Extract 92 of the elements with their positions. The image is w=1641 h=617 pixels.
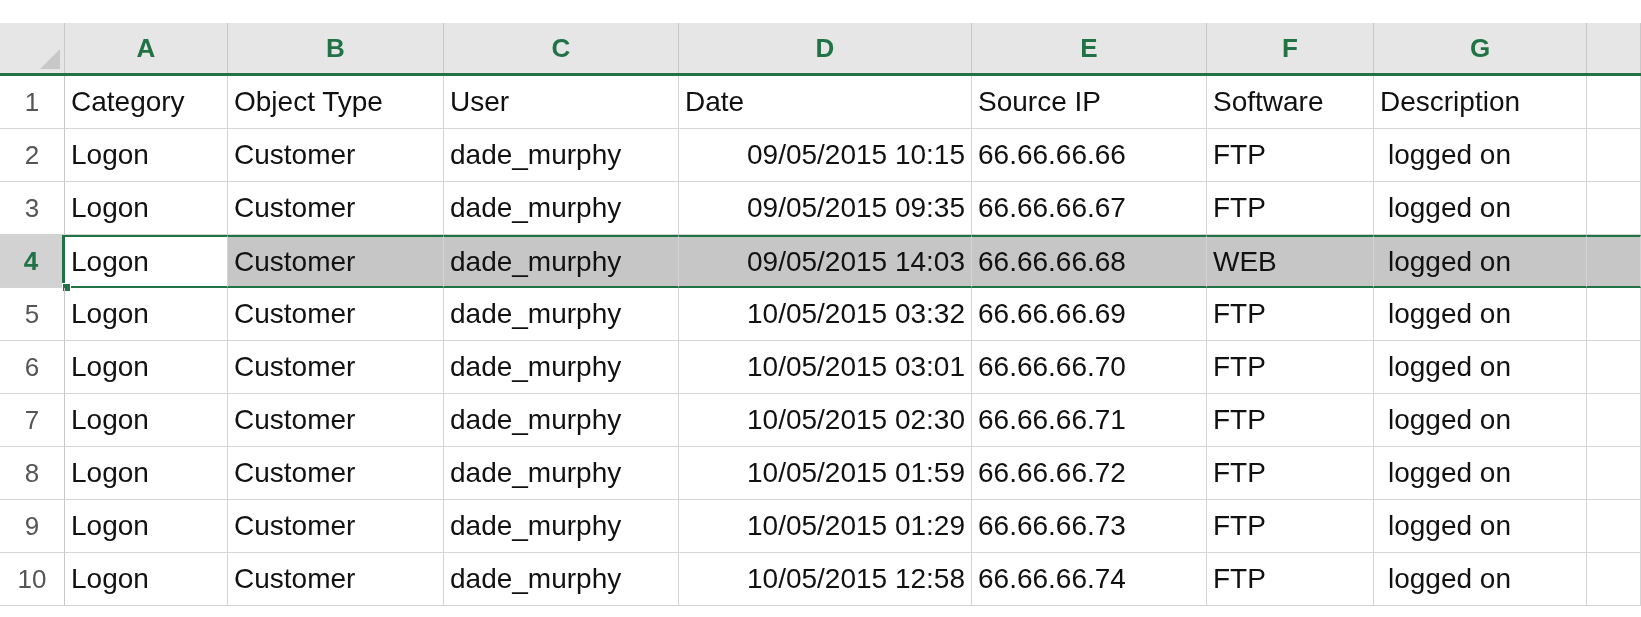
- table-cell: 09/05/2015 14:03: [679, 235, 972, 288]
- table-cell: [1587, 553, 1641, 606]
- table-cell: [1587, 394, 1641, 447]
- table-cell: [1587, 341, 1641, 394]
- fill-handle[interactable]: [62, 283, 71, 292]
- table-cell: 66.66.66.68: [972, 235, 1207, 288]
- table-cell: 09/05/2015 10:15: [679, 129, 972, 182]
- column-header[interactable]: D: [679, 23, 972, 73]
- table-cell: FTP: [1207, 394, 1374, 447]
- table-cell: Logon: [65, 129, 228, 182]
- table-cell: dade_murphy: [444, 341, 679, 394]
- table-cell: Logon: [65, 447, 228, 500]
- table-cell: Logon: [65, 288, 228, 341]
- table-cell: logged on: [1374, 235, 1587, 288]
- table-cell: dade_murphy: [444, 447, 679, 500]
- table-cell: Customer: [228, 553, 444, 606]
- table-cell: Customer: [228, 394, 444, 447]
- table-cell: FTP: [1207, 447, 1374, 500]
- table-cell: dade_murphy: [444, 553, 679, 606]
- table-cell: Customer: [228, 341, 444, 394]
- table-cell: [1587, 76, 1641, 129]
- column-header[interactable]: B: [228, 23, 444, 73]
- table-cell: Object Type: [228, 76, 444, 129]
- table-cell: 10/05/2015 02:30: [679, 394, 972, 447]
- column-header[interactable]: E: [972, 23, 1207, 73]
- table-cell: dade_murphy: [444, 394, 679, 447]
- table-cell: logged on: [1374, 447, 1587, 500]
- table-cell: 10/05/2015 01:59: [679, 447, 972, 500]
- table-cell: 66.66.66.66: [972, 129, 1207, 182]
- table-cell: [1587, 288, 1641, 341]
- table-cell: dade_murphy: [444, 235, 679, 288]
- row-header[interactable]: 6: [0, 341, 65, 394]
- table-cell: Customer: [228, 288, 444, 341]
- row-header[interactable]: 2: [0, 129, 65, 182]
- table-cell: Logon: [65, 394, 228, 447]
- table-cell: logged on: [1374, 500, 1587, 553]
- table-cell: Customer: [228, 235, 444, 288]
- table-cell: logged on: [1374, 129, 1587, 182]
- table-cell: 10/05/2015 12:58: [679, 553, 972, 606]
- table-cell: 66.66.66.72: [972, 447, 1207, 500]
- table-cell: FTP: [1207, 553, 1374, 606]
- table-cell: Logon: [65, 500, 228, 553]
- triangle-icon: [40, 49, 60, 69]
- row-header[interactable]: 1: [0, 76, 65, 129]
- table-cell: 10/05/2015 03:32: [679, 288, 972, 341]
- table-cell: dade_murphy: [444, 288, 679, 341]
- table-cell: FTP: [1207, 129, 1374, 182]
- table-cell: dade_murphy: [444, 129, 679, 182]
- table-cell: FTP: [1207, 288, 1374, 341]
- column-header[interactable]: A: [65, 23, 228, 73]
- table-cell: Source IP: [972, 76, 1207, 129]
- table-cell: Date: [679, 76, 972, 129]
- table-cell: logged on: [1374, 341, 1587, 394]
- table-cell: [1587, 500, 1641, 553]
- table-cell: Description: [1374, 76, 1587, 129]
- row-header[interactable]: 5: [0, 288, 65, 341]
- table-cell: WEB: [1207, 235, 1374, 288]
- table-cell: 66.66.66.73: [972, 500, 1207, 553]
- row-header[interactable]: 8: [0, 447, 65, 500]
- table-cell: logged on: [1374, 288, 1587, 341]
- table-cell: FTP: [1207, 500, 1374, 553]
- column-header[interactable]: C: [444, 23, 679, 73]
- table-cell: [1587, 235, 1641, 288]
- row-header[interactable]: 4: [0, 235, 65, 288]
- column-header[interactable]: G: [1374, 23, 1587, 73]
- table-cell: dade_murphy: [444, 500, 679, 553]
- table-cell: logged on: [1374, 553, 1587, 606]
- table-cell: 66.66.66.74: [972, 553, 1207, 606]
- select-all-button[interactable]: [0, 23, 65, 73]
- row-header[interactable]: 10: [0, 553, 65, 606]
- table-cell: User: [444, 76, 679, 129]
- table-cell: logged on: [1374, 394, 1587, 447]
- table-cell: Customer: [228, 447, 444, 500]
- row-header[interactable]: 9: [0, 500, 65, 553]
- column-header[interactable]: [1587, 23, 1641, 73]
- table-cell: 66.66.66.69: [972, 288, 1207, 341]
- table-cell: Logon: [65, 341, 228, 394]
- table-cell: Software: [1207, 76, 1374, 129]
- column-header[interactable]: F: [1207, 23, 1374, 73]
- table-cell: Logon: [65, 553, 228, 606]
- table-cell: FTP: [1207, 341, 1374, 394]
- table-cell: [1587, 129, 1641, 182]
- table-cell: 66.66.66.71: [972, 394, 1207, 447]
- table-cell: Customer: [228, 129, 444, 182]
- table-cell: 10/05/2015 03:01: [679, 341, 972, 394]
- row-header[interactable]: 7: [0, 394, 65, 447]
- table-cell: Customer: [228, 500, 444, 553]
- table-cell: 66.66.66.70: [972, 341, 1207, 394]
- table-cell: Logon: [65, 182, 228, 235]
- table-cell: 10/05/2015 01:29: [679, 500, 972, 553]
- table-cell: [1587, 447, 1641, 500]
- table-cell: Category: [65, 76, 228, 129]
